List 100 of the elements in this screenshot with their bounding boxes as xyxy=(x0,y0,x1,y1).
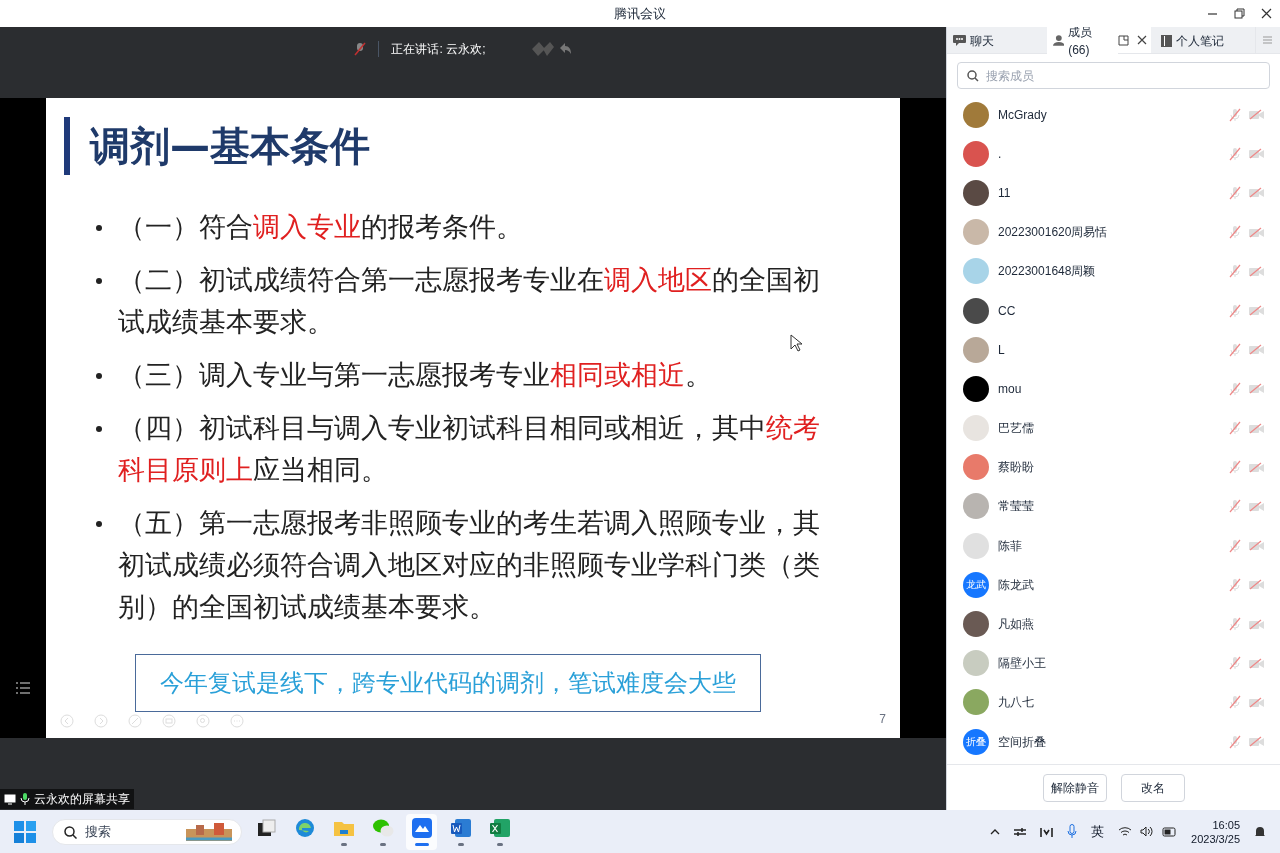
member-name: 空间折叠 xyxy=(998,733,1047,751)
member-row[interactable]: 隔壁小王 xyxy=(947,643,1280,683)
microphone-icon[interactable] xyxy=(1067,824,1078,839)
member-name: 20223001648周颖 xyxy=(998,263,1097,281)
member-name: 凡如燕 xyxy=(998,616,1035,634)
muted-microphone-icon[interactable] xyxy=(1229,734,1241,749)
meeting-app-icon xyxy=(410,817,433,839)
bullet-text: （四）初试科目与调入专业初试科目相同或相近，其中统考科目原则上应当相同。 xyxy=(118,412,821,487)
chevron-up-icon[interactable] xyxy=(990,828,1001,835)
camera-off-icon[interactable] xyxy=(1249,422,1264,434)
input-method-indicator[interactable]: 英 xyxy=(1091,821,1105,842)
mouse-pointer-icon xyxy=(790,334,802,352)
close-icon[interactable] xyxy=(1137,35,1148,45)
member-row[interactable]: 11 xyxy=(947,173,1280,213)
member-row[interactable]: 陈菲 xyxy=(947,526,1280,566)
member-row[interactable]: . xyxy=(947,134,1280,174)
speaker-icon[interactable] xyxy=(1140,826,1155,837)
search-field[interactable]: 搜索成员 xyxy=(957,62,1270,89)
battery-icon[interactable] xyxy=(1162,826,1178,837)
next-icon[interactable] xyxy=(94,714,108,728)
start-icon[interactable] xyxy=(14,820,36,843)
camera-off-icon[interactable] xyxy=(1249,696,1264,708)
member-row[interactable]: 凡如燕 xyxy=(947,604,1280,644)
slide-note: 今年复试是线下，跨专业代码的调剂，笔试难度会大些 xyxy=(135,654,761,712)
camera-off-icon[interactable] xyxy=(1249,187,1264,199)
member-row[interactable]: 20223001648周颖 xyxy=(947,251,1280,291)
muted-microphone-icon[interactable] xyxy=(1229,499,1241,514)
muted-microphone-icon[interactable] xyxy=(1229,185,1241,200)
annotation-icon[interactable] xyxy=(529,40,572,58)
muted-microphone-icon[interactable] xyxy=(1229,225,1241,240)
panel-tab[interactable]: 个人笔记 xyxy=(1155,27,1255,54)
slides-icon[interactable] xyxy=(162,714,176,728)
camera-off-icon[interactable] xyxy=(1249,461,1264,473)
panel-button[interactable]: 改名 xyxy=(1120,773,1185,802)
more-icon[interactable] xyxy=(230,714,244,728)
member-name: McGrady xyxy=(998,106,1048,124)
bars-icon[interactable] xyxy=(1040,826,1054,837)
camera-off-icon[interactable] xyxy=(1249,540,1264,552)
muted-microphone-icon[interactable] xyxy=(1229,695,1241,710)
member-name: 陈菲 xyxy=(998,537,1023,555)
panel-tab[interactable]: 聊天 xyxy=(947,27,1047,54)
muted-microphone-icon[interactable] xyxy=(1229,264,1241,279)
panel-button[interactable]: 解除静音 xyxy=(1042,773,1107,802)
restore-icon[interactable] xyxy=(1234,8,1245,19)
muted-microphone-icon[interactable] xyxy=(1229,381,1241,396)
bullet-icon xyxy=(96,278,102,284)
member-row[interactable]: 20223001620周易恬 xyxy=(947,212,1280,252)
notification-bell-icon[interactable] xyxy=(1254,824,1266,839)
clock-time[interactable]: 16:05 xyxy=(1212,817,1240,832)
bullet-icon xyxy=(96,426,102,432)
muted-microphone-icon[interactable] xyxy=(1229,460,1241,475)
member-name: 蔡盼盼 xyxy=(998,459,1035,477)
bullet-text: （三）调入专业与第一志愿报考专业相同或相近。 xyxy=(118,359,713,392)
camera-off-icon[interactable] xyxy=(1249,383,1264,395)
camera-off-icon[interactable] xyxy=(1249,226,1264,238)
muted-microphone-icon[interactable] xyxy=(1229,303,1241,318)
muted-microphone-icon[interactable] xyxy=(1229,146,1241,161)
member-name: 常莹莹 xyxy=(998,498,1035,516)
camera-off-icon[interactable] xyxy=(1249,344,1264,356)
muted-microphone-icon[interactable] xyxy=(1229,538,1241,553)
clock-date[interactable]: 2023/3/25 xyxy=(1191,831,1240,846)
muted-microphone-icon[interactable] xyxy=(1229,656,1241,671)
member-row[interactable]: 九八七 xyxy=(947,682,1280,722)
member-row[interactable]: 巴艺儒 xyxy=(947,408,1280,448)
member-row[interactable]: 折叠 空间折叠 xyxy=(947,722,1280,762)
previous-icon[interactable] xyxy=(60,714,74,728)
search-icon xyxy=(64,825,77,839)
camera-off-icon[interactable] xyxy=(1249,305,1264,317)
list-icon[interactable] xyxy=(16,682,30,694)
muted-microphone-icon[interactable] xyxy=(1229,577,1241,592)
camera-off-icon[interactable] xyxy=(1249,265,1264,277)
camera-off-icon[interactable] xyxy=(1249,500,1264,512)
page-number: 7 xyxy=(879,711,886,728)
camera-off-icon[interactable] xyxy=(1249,579,1264,591)
member-row[interactable]: CC xyxy=(947,290,1280,331)
bullet-icon xyxy=(96,373,102,379)
member-row[interactable]: McGrady xyxy=(947,95,1280,135)
member-row[interactable]: 常莹莹 xyxy=(947,486,1280,527)
camera-off-icon[interactable] xyxy=(1249,736,1264,748)
member-row[interactable]: mou xyxy=(947,369,1280,409)
member-name: 隔壁小王 xyxy=(998,655,1047,673)
close-icon[interactable] xyxy=(1261,8,1272,19)
pen-icon[interactable] xyxy=(128,714,142,728)
wifi-icon[interactable] xyxy=(1118,826,1133,837)
pop-out-icon[interactable] xyxy=(1118,34,1130,46)
muted-microphone-icon[interactable] xyxy=(1229,617,1241,632)
member-row[interactable]: 蔡盼盼 xyxy=(947,447,1280,487)
member-name: . xyxy=(998,145,1003,163)
muted-microphone-icon[interactable] xyxy=(1229,421,1241,436)
muted-microphone-icon[interactable] xyxy=(1229,107,1241,122)
camera-off-icon[interactable] xyxy=(1249,618,1264,630)
menu-icon[interactable] xyxy=(1263,36,1273,44)
sliders-icon[interactable] xyxy=(1014,826,1027,837)
member-row[interactable]: L xyxy=(947,330,1280,370)
member-row[interactable]: 龙武 陈龙武 xyxy=(947,565,1280,605)
muted-microphone-icon[interactable] xyxy=(1229,342,1241,357)
camera-off-icon[interactable] xyxy=(1249,109,1264,121)
camera-off-icon[interactable] xyxy=(1249,148,1264,160)
camera-off-icon[interactable] xyxy=(1249,657,1264,669)
zoom-icon[interactable] xyxy=(196,714,210,728)
